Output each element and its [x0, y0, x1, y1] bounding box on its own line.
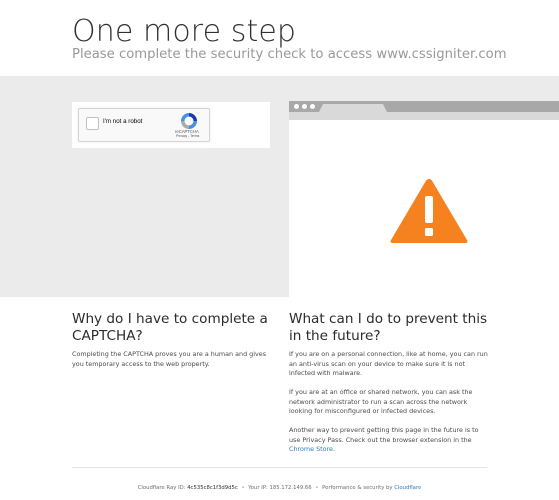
footer-divider	[72, 467, 487, 468]
browser-tab-shape	[319, 104, 387, 112]
recaptcha-label: I'm not a robot	[103, 118, 143, 125]
prevent-heading: What can I do to prevent this in the fut…	[289, 311, 488, 344]
ip-label: Your IP:	[248, 485, 268, 491]
recaptcha-links[interactable]: Privacy - Terms	[176, 134, 199, 138]
chrome-store-link[interactable]: Chrome Store	[289, 445, 333, 453]
why-body: Completing the CAPTCHA proves you are a …	[72, 350, 267, 368]
recaptcha-checkbox[interactable]	[86, 117, 99, 130]
perf-label: Performance & security by	[322, 485, 393, 491]
recaptcha-widget[interactable]: I'm not a robot reCAPTCHA Privacy - Term…	[78, 108, 210, 142]
cloudflare-link[interactable]: Cloudflare	[394, 485, 421, 491]
browser-illustration-bar	[289, 101, 559, 112]
ray-id-value: 4c535c8c1f3d9d5c	[187, 485, 238, 491]
browser-dot-icon	[294, 104, 299, 109]
prevent-para-3-text: Another way to prevent getting this page…	[289, 426, 479, 444]
ip-value: 185.172.149.66	[269, 485, 312, 491]
page-title: One more step	[72, 14, 297, 49]
footer: Cloudflare Ray ID: 4c535c8c1f3d9d5c • Yo…	[0, 485, 559, 491]
browser-dot-icon	[310, 104, 315, 109]
footer-separator: •	[241, 485, 245, 491]
ray-id-label: Cloudflare Ray ID:	[137, 485, 186, 491]
browser-dot-icon	[302, 104, 307, 109]
prevent-para-3-end: .	[333, 445, 336, 454]
page-subtitle: Please complete the security check to ac…	[72, 47, 507, 62]
page-header: One more step Please complete the securi…	[0, 0, 559, 76]
prevent-para-1: If you are on a personal connection, lik…	[289, 350, 488, 378]
prevent-para-3: Another way to prevent getting this page…	[289, 426, 489, 455]
prevent-para-2: If you are at an office or shared networ…	[289, 388, 473, 416]
why-heading: Why do I have to complete a CAPTCHA?	[72, 311, 268, 344]
warning-triangle-icon	[390, 179, 468, 243]
captcha-panel: I'm not a robot reCAPTCHA Privacy - Term…	[72, 102, 270, 148]
recaptcha-logo-icon	[181, 113, 197, 129]
footer-separator: •	[315, 485, 319, 491]
